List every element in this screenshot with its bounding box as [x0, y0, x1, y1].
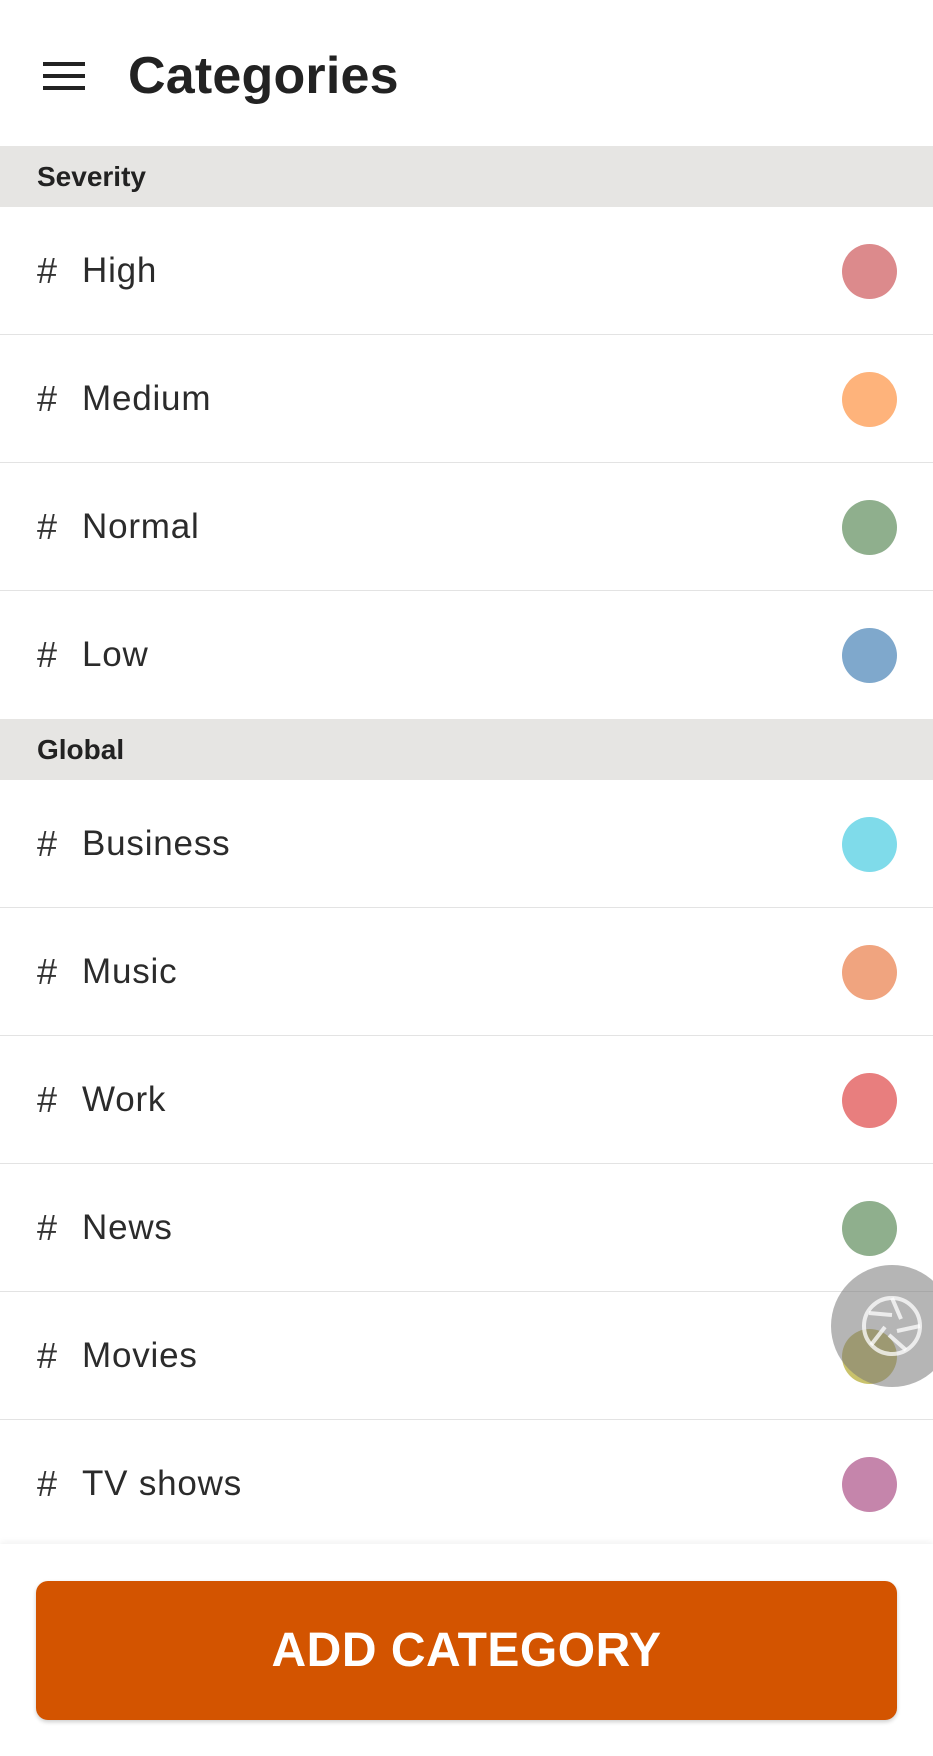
- category-row-movies[interactable]: # Movies: [0, 1292, 933, 1420]
- color-swatch[interactable]: [842, 499, 897, 555]
- hash-icon: #: [37, 1334, 58, 1376]
- category-label: Low: [82, 635, 149, 674]
- category-list: Severity # High # Medium # Normal # Low …: [0, 146, 933, 1548]
- hash-icon: #: [37, 634, 58, 675]
- camera-aperture-icon: [862, 1296, 922, 1356]
- category-label: Movies: [82, 1335, 198, 1375]
- category-row-high[interactable]: # High: [0, 207, 933, 335]
- hash-icon: #: [37, 505, 58, 547]
- color-swatch[interactable]: [842, 628, 897, 683]
- add-category-button[interactable]: ADD CATEGORY: [36, 1581, 897, 1720]
- hash-icon: #: [37, 249, 58, 291]
- color-swatch[interactable]: [842, 1200, 897, 1256]
- category-row-business[interactable]: # Business: [0, 780, 933, 908]
- category-row-normal[interactable]: # Normal: [0, 463, 933, 591]
- color-swatch[interactable]: [842, 371, 897, 427]
- hash-icon: #: [37, 1078, 58, 1120]
- hash-icon: #: [37, 377, 58, 419]
- categories-screen: Categories Severity # High # Medium # No…: [0, 0, 933, 1756]
- hamburger-menu-icon: [43, 62, 85, 90]
- top-app-bar: Categories: [0, 0, 933, 146]
- category-label: Medium: [82, 378, 212, 418]
- category-label: Music: [82, 951, 178, 991]
- category-row-work[interactable]: # Work: [0, 1036, 933, 1164]
- section-header-severity: Severity: [0, 146, 933, 207]
- hash-icon: #: [37, 1206, 58, 1248]
- color-swatch[interactable]: [842, 816, 897, 872]
- category-row-medium[interactable]: # Medium: [0, 335, 933, 463]
- category-label: Work: [82, 1079, 167, 1119]
- category-row-news[interactable]: # News: [0, 1164, 933, 1292]
- color-swatch[interactable]: [842, 1072, 897, 1128]
- hash-icon: #: [37, 1463, 58, 1504]
- category-label: TV shows: [82, 1464, 243, 1503]
- category-row-low[interactable]: # Low: [0, 591, 933, 719]
- hash-icon: #: [37, 822, 58, 864]
- color-swatch[interactable]: [842, 243, 897, 299]
- hash-icon: #: [37, 950, 58, 992]
- page-title: Categories: [128, 47, 399, 105]
- menu-button[interactable]: [30, 44, 100, 108]
- category-row-music[interactable]: # Music: [0, 908, 933, 1036]
- category-label: Business: [82, 823, 231, 863]
- color-swatch[interactable]: [842, 1457, 897, 1512]
- category-row-tv-shows[interactable]: # TV shows: [0, 1420, 933, 1548]
- color-swatch[interactable]: [842, 944, 897, 1000]
- category-label: High: [82, 250, 158, 290]
- category-label: Normal: [82, 506, 200, 546]
- bottom-action-bar: ADD CATEGORY: [0, 1544, 933, 1756]
- category-label: News: [82, 1207, 173, 1247]
- section-header-global: Global: [0, 719, 933, 780]
